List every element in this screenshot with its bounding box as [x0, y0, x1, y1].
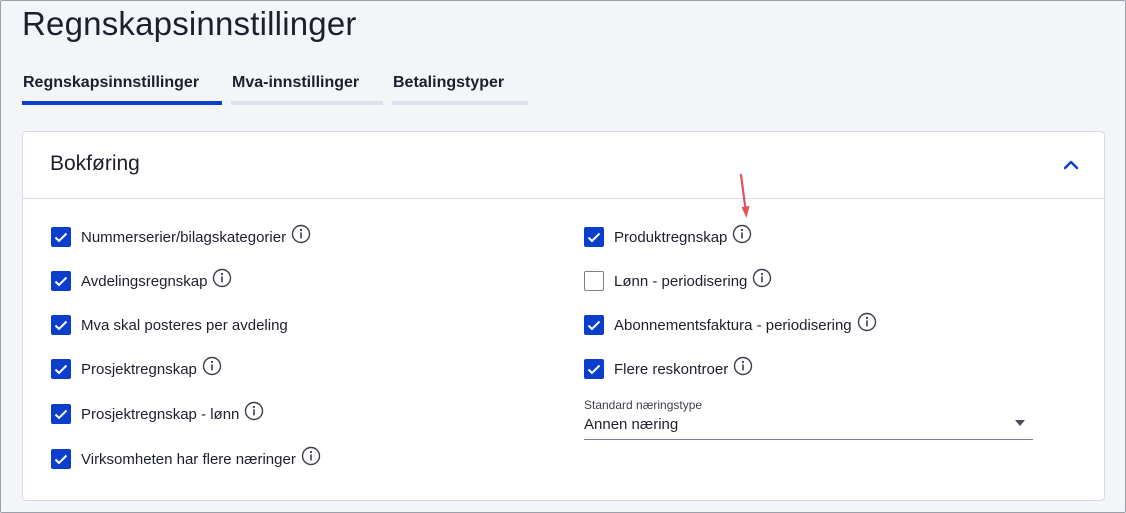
chevron-up-icon[interactable]	[1060, 154, 1082, 176]
checkbox-prosjektregnskap-lonn[interactable]	[51, 404, 71, 424]
info-icon[interactable]	[732, 224, 752, 244]
annotation-arrow-icon	[739, 173, 750, 218]
checkbox-mva-per-avdeling[interactable]	[51, 315, 71, 335]
checkbox-abonnementsfaktura[interactable]	[584, 315, 604, 335]
option-lonn-periodisering: Lønn - periodisering	[584, 268, 772, 293]
page-title: Regnskapsinnstillinger	[22, 5, 357, 42]
checkbox-prosjektregnskap[interactable]	[51, 359, 71, 379]
option-label: Prosjektregnskap - lønn	[81, 405, 240, 423]
checkbox-nummerserier[interactable]	[51, 227, 71, 247]
option-abonnementsfaktura: Abonnementsfaktura - periodisering	[584, 312, 877, 337]
card-header: Bokføring	[23, 132, 1104, 199]
industry-type-select[interactable]: Standard næringstype Annen næring	[584, 398, 1033, 440]
checkbox-flere-reskontroer[interactable]	[584, 359, 604, 379]
option-produktregnskap: Produktregnskap	[584, 224, 752, 249]
info-icon[interactable]	[752, 268, 772, 288]
tab-betalingstyper[interactable]: Betalingstyper	[392, 71, 528, 105]
select-value: Annen næring	[584, 416, 679, 433]
info-icon[interactable]	[212, 268, 232, 288]
card-title: Bokføring	[50, 152, 140, 175]
option-label: Prosjektregnskap	[81, 360, 197, 378]
checkbox-avdelingsregnskap[interactable]	[51, 271, 71, 291]
caret-down-icon	[1015, 420, 1025, 426]
app-window: Regnskapsinnstillinger Regnskapsinnstill…	[0, 0, 1126, 513]
option-flere-reskontroer: Flere reskontroer	[584, 356, 753, 381]
tab-regnskapsinnstillinger[interactable]: Regnskapsinnstillinger	[22, 71, 222, 105]
option-mva-per-avdeling: Mva skal posteres per avdeling	[51, 313, 288, 337]
info-icon[interactable]	[291, 224, 311, 244]
info-icon[interactable]	[202, 356, 222, 376]
option-label: Mva skal posteres per avdeling	[81, 316, 288, 334]
select-label: Standard næringstype	[584, 398, 703, 412]
info-icon[interactable]	[857, 312, 877, 332]
checkbox-flere-naeringer[interactable]	[51, 449, 71, 469]
option-label: Flere reskontroer	[614, 360, 729, 378]
info-icon[interactable]	[733, 356, 753, 376]
option-label: Produktregnskap	[614, 228, 728, 246]
tab-mva-innstillinger[interactable]: Mva-innstillinger	[231, 71, 383, 105]
option-label: Virksomheten har flere næringer	[81, 450, 296, 468]
option-label: Nummerserier/bilagskategorier	[81, 228, 287, 246]
info-icon[interactable]	[244, 401, 264, 421]
info-icon[interactable]	[301, 446, 321, 466]
option-flere-naeringer: Virksomheten har flere næringer	[51, 446, 321, 471]
option-nummerserier: Nummerserier/bilagskategorier	[51, 224, 311, 249]
bokforing-card: Bokføring Nummerserier/bilagskategorier …	[22, 131, 1105, 501]
option-prosjektregnskap: Prosjektregnskap	[51, 356, 222, 381]
option-label: Lønn - periodisering	[614, 272, 748, 290]
checkbox-lonn-periodisering[interactable]	[584, 271, 604, 291]
checkbox-produktregnskap[interactable]	[584, 227, 604, 247]
option-prosjektregnskap-lonn: Prosjektregnskap - lønn	[51, 401, 264, 426]
option-label: Avdelingsregnskap	[81, 272, 208, 290]
option-label: Abonnementsfaktura - periodisering	[614, 316, 852, 334]
settings-tabs: Regnskapsinnstillinger Mva-innstillinger…	[22, 71, 528, 105]
option-avdelingsregnskap: Avdelingsregnskap	[51, 268, 232, 293]
